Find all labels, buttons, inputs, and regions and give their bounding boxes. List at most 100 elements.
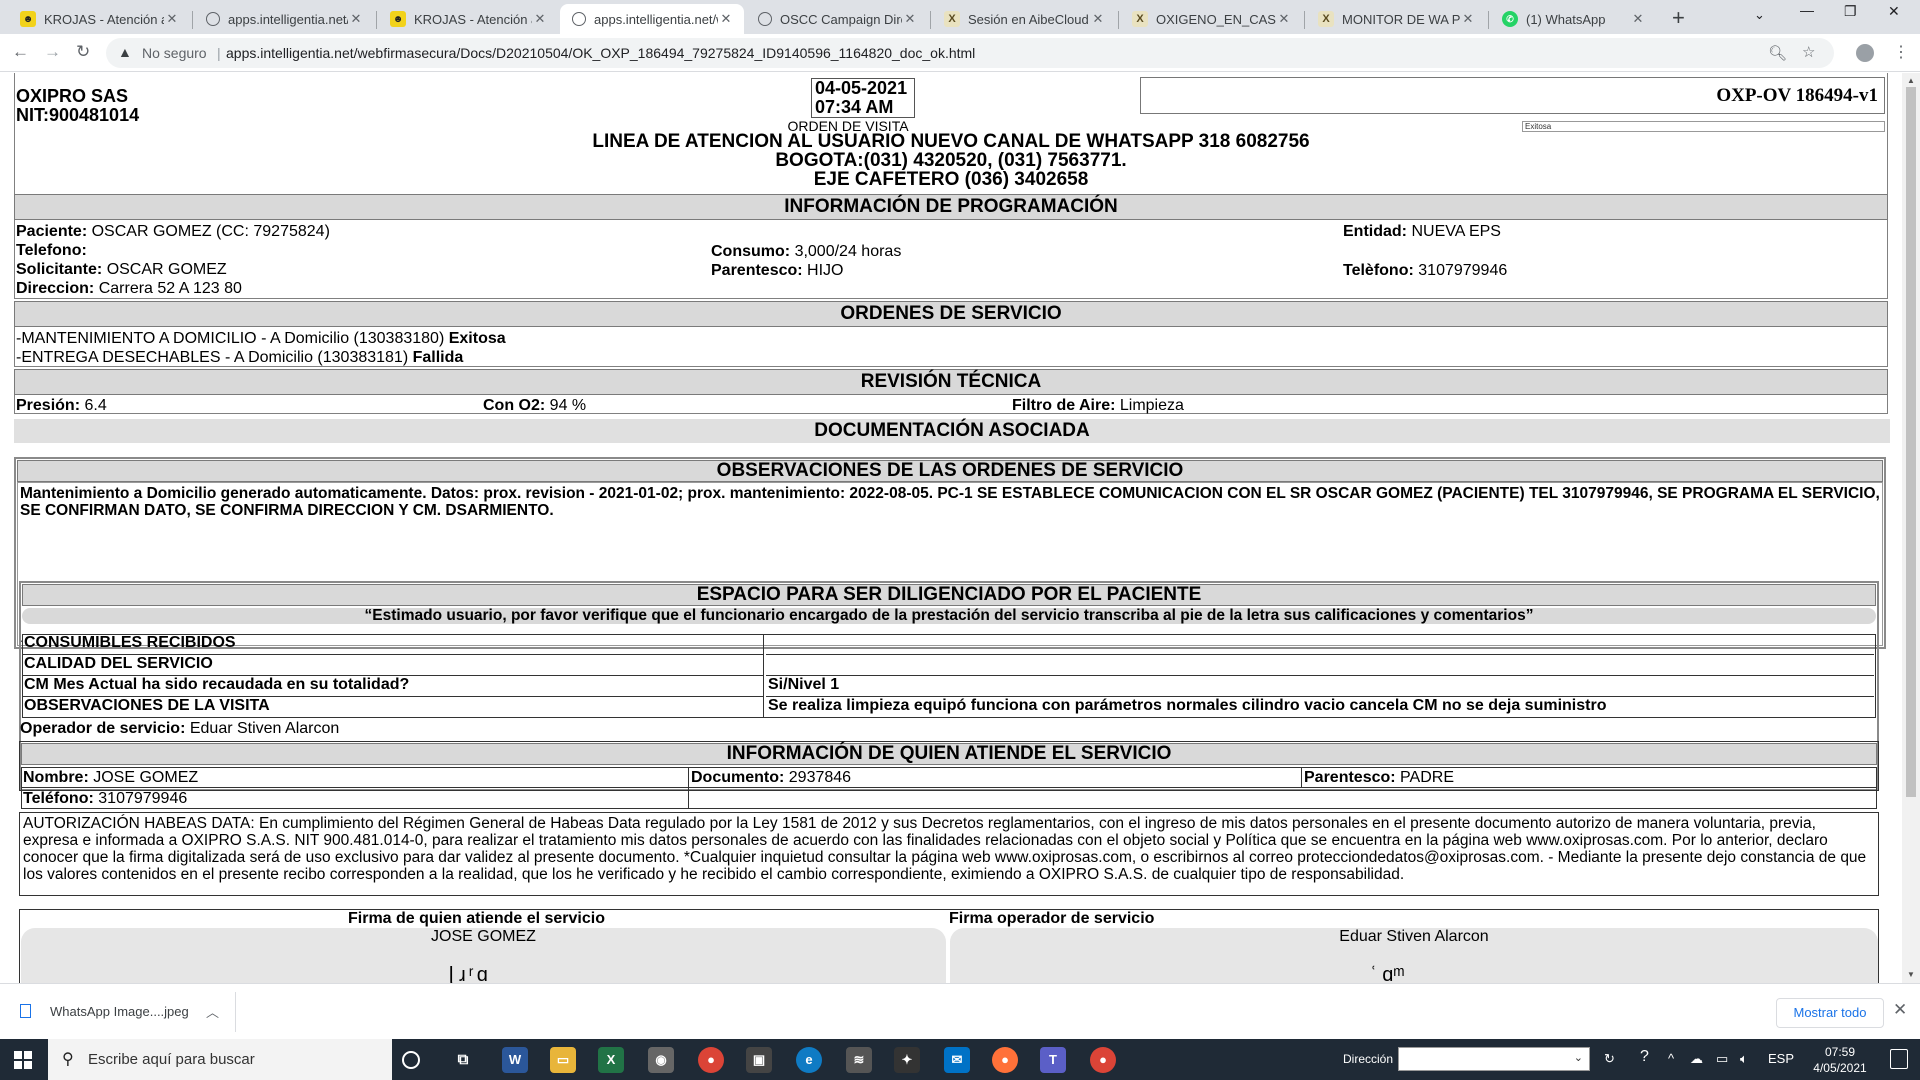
solicitante-field: Solicitante: OSCAR GOMEZ [16,261,227,278]
address-toolbar-label: Dirección [1343,1052,1394,1066]
atiende-documento-field: Documento: 2937846 [691,769,852,786]
help-icon[interactable]: ? [1640,1048,1649,1066]
atiende-row [21,767,1877,788]
new-tab-button[interactable]: + [1672,5,1685,31]
tab-label: KROJAS - Atención al U [414,11,532,27]
restore-button[interactable]: ❐ [1844,3,1857,20]
scroll-up-arrow-icon[interactable]: ▲ [1907,76,1915,85]
app-icon[interactable]: ≋ [846,1047,872,1073]
search-placeholder: Escribe aquí para buscar [88,1051,255,1068]
windows-start-icon[interactable] [14,1051,32,1069]
close-icon[interactable]: ✕ [532,11,548,27]
minimize-button[interactable]: — [1800,2,1814,18]
language-indicator[interactable]: ESP [1768,1051,1794,1066]
browser-tab-active[interactable]: apps.intelligentia.net/w ✕ [560,4,744,34]
refresh-icon[interactable]: ↻ [1604,1051,1615,1067]
close-icon[interactable]: ✕ [1276,11,1292,27]
edge-icon[interactable]: e [796,1047,822,1073]
table-row-label: CM Mes Actual ha sido recaudada en su to… [22,676,764,697]
document-page: OXIPRO SAS NIT:900481014 04-05-2021 07:3… [0,73,1902,983]
close-window-button[interactable]: ✕ [1888,3,1900,20]
close-icon[interactable]: ✕ [718,11,734,27]
close-icon[interactable]: ✕ [164,11,180,27]
clock-date: 4/05/2021 [1813,1061,1867,1075]
word-icon[interactable]: W [502,1047,528,1073]
close-icon[interactable]: ✕ [902,11,918,27]
teams-icon[interactable]: T [1040,1047,1066,1073]
paciente-field: Paciente: OSCAR GOMEZ (CC: 79275824) [16,223,330,240]
section-title-ordenes: ORDENES DE SERVICIO [14,301,1888,327]
url-text[interactable]: apps.intelligentia.net/webfirmasecura/Do… [226,45,975,61]
url-field[interactable]: ▲ No seguro | apps.intelligentia.net/web… [106,38,1834,68]
browser-tab[interactable]: ✆ (1) WhatsApp ✕ [1490,4,1656,34]
download-filename[interactable]: WhatsApp Image....jpeg [50,1004,189,1019]
close-icon[interactable]: ✕ [1630,11,1646,27]
excel-icon[interactable]: X [598,1047,624,1073]
telefono2-field: Telèfono: 3107979946 [1343,262,1508,279]
reload-icon[interactable]: ↻ [76,42,90,62]
browser-tab[interactable]: X Sesión en AibeCloud ✕ [932,4,1116,34]
windows-taskbar: ⚲ Escribe aquí para buscar ⧉ W ▭ X ◉ ● ▣… [0,1039,1920,1080]
close-icon[interactable]: ✕ [1893,1000,1907,1020]
tab-label: MONITOR DE WA PEN [1342,11,1460,27]
volume-icon[interactable]: 🔈︎ [1740,1051,1748,1067]
tab-label: Sesión en AibeCloud [968,11,1089,27]
network-icon[interactable]: ▭ [1716,1051,1728,1067]
browser-tab[interactable]: X OXIGENO_EN_CASA (S ✕ [1120,4,1302,34]
camera-icon[interactable]: ◉ [648,1047,674,1073]
globe-icon [572,12,586,26]
browser-tab[interactable]: apps.intelligentia.net/w ✕ [194,4,374,34]
notification-icon[interactable] [1890,1049,1908,1069]
profile-avatar[interactable] [1856,44,1874,62]
menu-kebab-icon[interactable]: ⋮ [1893,42,1909,62]
presion-field: Presión: 6.4 [16,397,107,414]
close-icon[interactable]: ✕ [348,11,364,27]
onedrive-cloud-icon[interactable]: ☁ [1690,1051,1703,1067]
store-icon[interactable]: ▣ [746,1047,772,1073]
close-icon[interactable]: ✕ [1090,11,1106,27]
bookmark-star-icon[interactable]: ☆ [1802,43,1815,61]
browser-tab[interactable]: X MONITOR DE WA PEN ✕ [1306,4,1486,34]
back-arrow-icon[interactable]: ← [12,42,29,62]
table-row-value [766,634,1874,655]
address-toolbar-input[interactable]: ⌄ [1398,1047,1590,1071]
chrome-icon[interactable]: ● [1090,1047,1116,1073]
atiende-parentesco-field: Parentesco: PADRE [1304,769,1454,786]
tab-label: KROJAS - Atención al U [44,11,164,27]
chevron-up-icon[interactable]: ^ [1668,1051,1674,1066]
address-bar: ← → ↻ ▲ No seguro | apps.intelligentia.n… [0,34,1920,72]
firma-operador-title: Firma operador de servicio [949,910,1155,927]
chevron-up-icon[interactable]: ︿ [206,1002,219,1021]
browser-tab[interactable]: OSCC Campaign Direc ✕ [746,4,928,34]
yellow-logo-icon: ☻ [20,11,36,27]
chevron-down-icon[interactable]: ⌄ [1574,1051,1583,1064]
file-explorer-icon[interactable]: ▭ [550,1047,576,1073]
vertical-scrollbar[interactable]: ▲ ▼ [1902,73,1920,983]
tab-label: OSCC Campaign Direc [780,11,902,27]
close-icon[interactable]: ✕ [1460,11,1476,27]
scrollbar-thumb[interactable] [1906,87,1916,797]
espacio-paciente-subtitle: “Estimado usuario, por favor verifique q… [22,608,1876,624]
anydesk-icon[interactable]: ✦ [894,1047,920,1073]
zoom-magnifier-icon[interactable]: 🔍︎ [1768,44,1787,62]
firefox-icon[interactable]: ● [992,1047,1018,1073]
show-all-button[interactable]: Mostrar todo [1776,998,1884,1028]
taskbar-search-input[interactable]: ⚲ Escribe aquí para buscar [48,1039,392,1080]
security-status[interactable]: No seguro [142,45,207,61]
parentesco-field: Parentesco: HIJO [711,262,844,279]
download-item[interactable]: WhatsApp Image....jpeg ︿ [10,992,236,1032]
browser-tab[interactable]: ☻ KROJAS - Atención al U ✕ [8,4,190,34]
forward-arrow-icon[interactable]: → [44,42,61,62]
chrome-icon[interactable]: ● [698,1047,724,1073]
browser-tab[interactable]: ☻ KROJAS - Atención al U ✕ [378,4,558,34]
system-clock[interactable]: 07:59 4/05/2021 [1810,1044,1870,1076]
cortana-icon[interactable] [402,1051,420,1069]
outlook-mail-icon[interactable]: ✉ [944,1047,970,1073]
scroll-down-arrow-icon[interactable]: ▼ [1907,970,1915,979]
section-title-atiende: INFORMACIÓN DE QUIEN ATIENDE EL SERVICIO [21,743,1877,765]
task-view-icon[interactable]: ⧉ [450,1047,476,1073]
table-row-label: OBSERVACIONES DE LA VISITA [22,697,764,718]
tab-search-icon[interactable]: ⌄ [1754,7,1765,23]
warning-triangle-icon[interactable]: ▲ [118,44,132,60]
whatsapp-icon: ✆ [1502,11,1518,27]
